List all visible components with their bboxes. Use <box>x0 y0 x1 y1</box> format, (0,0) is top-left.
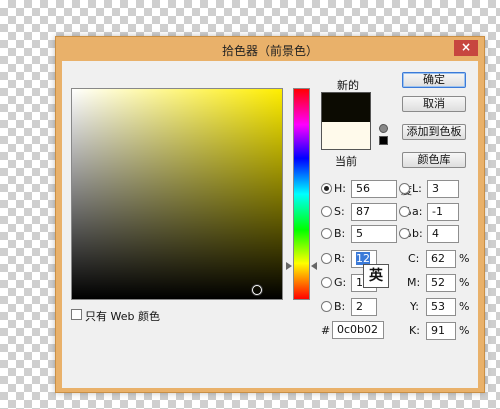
y-unit: % <box>459 300 470 313</box>
new-color-label: 新的 <box>337 79 359 92</box>
hex-label: # <box>321 324 331 337</box>
new-color-swatch <box>321 92 371 122</box>
k-field[interactable]: 91 <box>426 322 456 340</box>
c-field[interactable]: 62 <box>426 250 456 268</box>
lab-l-label: L: <box>412 182 422 195</box>
lab-l-field[interactable]: 3 <box>427 180 459 198</box>
s-radio[interactable] <box>321 206 332 217</box>
lab-a-radio[interactable] <box>399 206 410 217</box>
b-field[interactable]: 5 <box>351 225 397 243</box>
c-label: C: <box>408 252 420 265</box>
lab-b-label: b: <box>412 227 423 240</box>
c-unit: % <box>459 252 470 265</box>
color-picker-dialog: 拾色器（前景色） × 新的 当前 确定 取消 添加到色板 颜色库 H: 56 度… <box>55 36 485 393</box>
rgb-b-radio[interactable] <box>321 301 332 312</box>
k-unit: % <box>459 324 470 337</box>
s-field[interactable]: 87 <box>351 203 397 221</box>
dialog-title: 拾色器（前景色） <box>221 44 318 58</box>
h-field[interactable]: 56 <box>351 180 397 198</box>
h-label: H: <box>334 182 346 195</box>
k-label: K: <box>409 324 420 337</box>
color-field-cursor-icon[interactable] <box>252 285 262 295</box>
web-only-checkbox[interactable] <box>71 309 82 320</box>
s-label: S: <box>334 205 345 218</box>
close-icon[interactable]: × <box>454 40 478 56</box>
cancel-button[interactable]: 取消 <box>402 96 466 112</box>
hue-slider-left-arrow-icon[interactable] <box>286 262 292 270</box>
g-radio[interactable] <box>321 277 332 288</box>
y-label: Y: <box>410 300 419 313</box>
add-to-swatches-button[interactable]: 添加到色板 <box>402 124 466 140</box>
lab-b-field[interactable]: 4 <box>427 225 459 243</box>
m-field[interactable]: 52 <box>426 274 456 292</box>
out-of-gamut-warning-icon[interactable] <box>379 124 388 133</box>
hue-slider[interactable] <box>293 88 310 300</box>
h-radio[interactable] <box>321 183 332 194</box>
rgb-b-field[interactable]: 2 <box>351 298 377 316</box>
lab-a-field[interactable]: -1 <box>427 203 459 221</box>
lab-a-label: a: <box>412 205 423 218</box>
m-unit: % <box>459 276 470 289</box>
r-radio[interactable] <box>321 253 332 264</box>
color-libraries-button[interactable]: 颜色库 <box>402 152 466 168</box>
rgb-b-label: B: <box>334 300 346 313</box>
web-only-label: 只有 Web 颜色 <box>85 310 160 323</box>
title-bar[interactable]: 拾色器（前景色） × <box>56 37 484 61</box>
lab-b-radio[interactable] <box>399 228 410 239</box>
g-label: G: <box>334 276 347 289</box>
m-label: M: <box>407 276 421 289</box>
b-radio[interactable] <box>321 228 332 239</box>
ok-button[interactable]: 确定 <box>402 72 466 88</box>
web-safe-color-swatch-icon[interactable] <box>379 136 388 145</box>
hex-field[interactable]: 0c0b02 <box>332 321 384 339</box>
current-color-swatch[interactable] <box>321 122 371 150</box>
y-field[interactable]: 53 <box>426 298 456 316</box>
lab-l-radio[interactable] <box>399 183 410 194</box>
hue-slider-right-arrow-icon[interactable] <box>311 262 317 270</box>
current-color-label: 当前 <box>335 155 357 168</box>
r-label: R: <box>334 252 346 265</box>
color-field[interactable] <box>71 88 283 300</box>
dialog-body: 新的 当前 确定 取消 添加到色板 颜色库 H: 56 度 S: 87 % B:… <box>62 61 478 388</box>
b-label: B: <box>334 227 346 240</box>
ime-indicator: 英 <box>363 264 389 288</box>
